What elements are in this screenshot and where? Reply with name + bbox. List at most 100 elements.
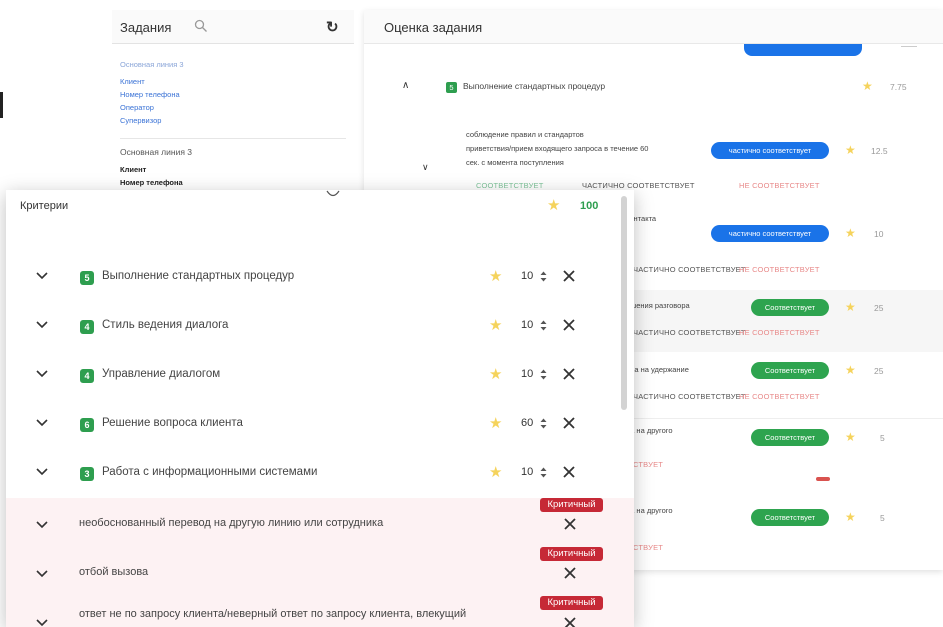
status-pill[interactable]: частично соответствует — [711, 225, 829, 242]
task-field: Номер телефона — [120, 178, 183, 187]
chevron-down-icon[interactable] — [36, 520, 48, 530]
star-icon[interactable]: ★ — [489, 365, 502, 383]
evaluation-header: Оценка задания — [364, 10, 943, 44]
status-pill[interactable]: Соответствует — [751, 429, 829, 446]
option-not-complies[interactable]: НЕ СООТВЕТСТВУЕТ — [739, 181, 820, 190]
option-not-complies[interactable]: НЕ СООТВЕТСТВУЕТ — [739, 392, 820, 401]
category-count-badge: 4 — [80, 369, 94, 383]
criterion-score: 25 — [874, 303, 884, 313]
critical-tag: Критичный — [540, 498, 603, 512]
spinner-icon[interactable] — [539, 319, 548, 332]
critical-criterion-text: необоснованный перевод на другую линию и… — [79, 517, 384, 529]
task-group[interactable]: Основная линия 3 Клиент Номер телефона — [120, 146, 192, 189]
star-icon: ★ — [862, 79, 873, 93]
criterion-score: 10 — [874, 229, 884, 239]
critical-criterion-row[interactable]: Критичный ответ не по запросу клиента/не… — [6, 596, 634, 627]
criterion-score: 5 — [880, 513, 885, 523]
criteria-category-row[interactable]: 3 Работа с информационными системами ★ 1… — [6, 455, 618, 495]
star-icon: ★ — [845, 143, 856, 157]
criteria-total: 100 — [580, 200, 599, 212]
category-weight-value[interactable]: 60 — [521, 417, 533, 429]
chevron-down-icon[interactable]: ∨ — [422, 162, 429, 173]
spinner-icon[interactable] — [539, 466, 548, 479]
tasks-panel: Задания ↻ Основная линия 3 Клиент Номер … — [112, 10, 354, 200]
criteria-category-row[interactable]: 4 Управление диалогом ★ 10 — [6, 357, 618, 397]
star-icon[interactable]: ★ — [489, 463, 502, 481]
close-icon[interactable] — [561, 317, 577, 333]
chevron-down-icon[interactable] — [36, 618, 48, 627]
chevron-down-icon[interactable] — [36, 369, 48, 379]
chevron-down-icon[interactable] — [36, 271, 48, 281]
task-field: Оператор — [120, 103, 154, 112]
option-partial[interactable]: СТВУЕТ — [633, 543, 663, 552]
section-score: 7.75 — [890, 82, 907, 92]
category-weight-value[interactable]: 10 — [521, 319, 533, 331]
task-group-title: Основная линия 3 — [120, 147, 193, 157]
chevron-down-icon[interactable] — [36, 569, 48, 579]
critical-tag: Критичный — [540, 596, 603, 610]
task-field: Номер телефона — [120, 90, 180, 99]
status-pill[interactable]: Соответствует — [751, 299, 829, 316]
star-icon: ★ — [845, 510, 856, 524]
criterion-text-line: сек. с момента поступления — [466, 158, 564, 167]
category-count-badge: 5 — [80, 271, 94, 285]
search-icon[interactable] — [194, 19, 208, 33]
status-pill[interactable]: Соответствует — [751, 509, 829, 526]
star-icon: ★ — [845, 226, 856, 240]
option-not-complies[interactable]: НЕ СООТВЕТСТВУЕТ — [739, 265, 820, 274]
close-icon[interactable] — [561, 464, 577, 480]
criterion-text-line: соблюдение правил и стандартов — [466, 130, 584, 139]
window-edge-marker — [0, 92, 3, 118]
status-pill[interactable]: Соответствует — [751, 362, 829, 379]
star-icon[interactable]: ★ — [489, 267, 502, 285]
criterion-score: 12.5 — [871, 146, 888, 156]
evaluation-section-header[interactable]: ∧ 5 Выполнение стандартных процедур ★ 7.… — [364, 74, 943, 100]
criteria-category-row[interactable]: 5 Выполнение стандартных процедур ★ 10 — [6, 259, 618, 299]
close-icon[interactable] — [561, 268, 577, 284]
criterion-text: ора на удержание — [626, 363, 689, 377]
divider — [120, 138, 346, 139]
option-partial[interactable]: ЧАСТИЧНО СООТВЕТСТВУЕТ — [633, 328, 746, 337]
option-partial[interactable]: ЧАСТИЧНО СООТВЕТСТВУЕТ — [633, 392, 746, 401]
option-partial[interactable]: ЧАСТИЧНО СООТВЕТСТВУЕТ — [582, 181, 695, 190]
spinner-icon[interactable] — [539, 368, 548, 381]
tasks-title: Задания — [120, 20, 172, 35]
chevron-down-icon[interactable] — [36, 418, 48, 428]
criteria-category-row[interactable]: 6 Решение вопроса клиента ★ 60 — [6, 406, 618, 446]
status-pill[interactable]: частично соответствует — [711, 142, 829, 159]
chevron-down-icon[interactable] — [36, 320, 48, 330]
scrollbar[interactable] — [621, 196, 627, 410]
star-icon[interactable]: ★ — [489, 414, 502, 432]
category-weight-value[interactable]: 10 — [521, 466, 533, 478]
criteria-title: Критерии — [20, 200, 69, 212]
tasks-header: Задания ↻ — [112, 10, 354, 44]
close-icon[interactable] — [562, 565, 578, 581]
spinner-icon[interactable] — [539, 270, 548, 283]
category-weight-value[interactable]: 10 — [521, 368, 533, 380]
task-group[interactable]: Основная линия 3 Клиент Номер телефона О… — [120, 58, 184, 127]
category-title: Управление диалогом — [102, 368, 221, 380]
chevron-up-icon[interactable]: ∧ — [402, 80, 409, 91]
criteria-dialog: Критерии ★ 100 5 Выполнение стандартных … — [6, 190, 634, 627]
criteria-category-row[interactable]: 4 Стиль ведения диалога ★ 10 — [6, 308, 618, 348]
chevron-down-icon[interactable] — [36, 467, 48, 477]
criterion-text-line: ршения разговора — [626, 301, 690, 310]
close-icon[interactable] — [562, 516, 578, 532]
status-pill[interactable] — [744, 44, 862, 56]
star-icon[interactable]: ★ — [489, 316, 502, 334]
close-icon[interactable] — [561, 415, 577, 431]
critical-criterion-text: отбой вызова — [79, 566, 149, 578]
refresh-icon[interactable]: ↻ — [326, 18, 339, 36]
option-partial[interactable]: ЧАСТИЧНО СООТВЕТСТВУЕТ — [633, 265, 746, 274]
option-partial[interactable]: СТВУЕТ — [633, 460, 663, 469]
spinner-icon[interactable] — [539, 417, 548, 430]
category-weight-value[interactable]: 10 — [521, 270, 533, 282]
critical-criterion-row[interactable]: Критичный отбой вызова — [6, 547, 634, 596]
star-icon: ★ — [547, 197, 561, 214]
option-not-complies[interactable]: НЕ СООТВЕТСТВУЕТ — [739, 328, 820, 337]
close-icon[interactable] — [562, 615, 578, 627]
option-complies[interactable]: СООТВЕТСТВУЕТ — [476, 181, 544, 190]
criterion-text: ршения разговора — [626, 299, 690, 313]
close-icon[interactable] — [561, 366, 577, 382]
critical-criterion-row[interactable]: Критичный необоснованный перевод на друг… — [6, 498, 634, 547]
